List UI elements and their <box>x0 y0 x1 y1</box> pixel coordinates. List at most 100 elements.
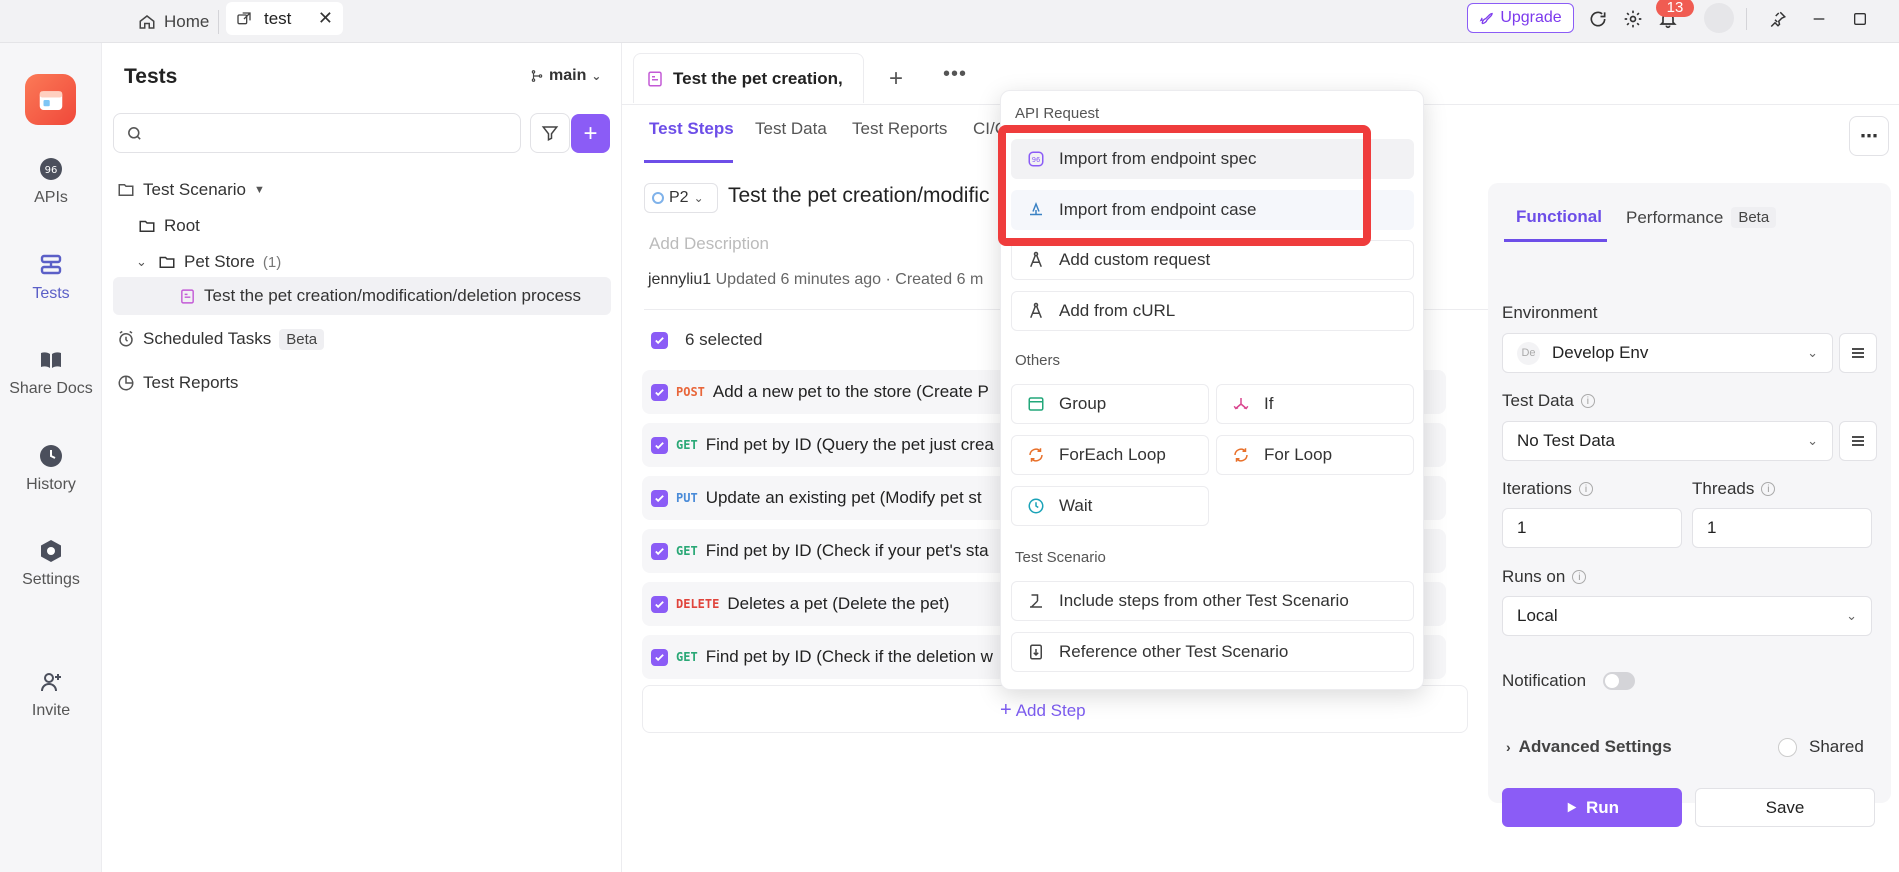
tab-test-steps[interactable]: Test Steps <box>649 119 734 139</box>
step-label: Deletes a pet (Delete the pet) <box>727 594 950 613</box>
shared-label: Shared <box>1809 737 1864 756</box>
advanced-settings-toggle[interactable]: › Advanced Settings <box>1506 737 1672 757</box>
run-button[interactable]: Run <box>1502 788 1682 827</box>
tab-test-data[interactable]: Test Data <box>755 119 827 139</box>
menu-item-import-case[interactable]: Import from endpoint case <box>1011 190 1414 230</box>
loop-icon <box>1029 448 1043 462</box>
iterations-input[interactable]: 1 <box>1502 508 1682 548</box>
menu-item-wait[interactable]: Wait <box>1011 486 1209 526</box>
beta-badge: Beta <box>1731 207 1777 228</box>
tree-label: Pet Store <box>184 252 255 271</box>
test-data-menu-button[interactable] <box>1839 421 1877 461</box>
checkbox[interactable] <box>1778 737 1797 757</box>
test-data-select[interactable]: No Test Data ⌄ <box>1502 421 1833 461</box>
runs-on-select[interactable]: Local ⌄ <box>1502 596 1872 636</box>
minimize-icon[interactable] <box>1807 7 1831 31</box>
http-method-badge: PUT <box>676 491 698 505</box>
threads-input[interactable]: 1 <box>1692 508 1872 548</box>
title-bar: Home test ✕ Upgrade 13 <box>0 0 1899 43</box>
info-icon[interactable]: i <box>1761 482 1776 496</box>
tree-item-root[interactable]: Root <box>138 211 200 241</box>
tree-item-scenario[interactable]: Test the pet creation/modification/delet… <box>113 277 611 315</box>
avatar[interactable] <box>1704 3 1734 33</box>
info-icon[interactable]: i <box>1572 570 1587 584</box>
tree-label: Root <box>164 216 200 235</box>
checkbox[interactable] <box>651 436 668 454</box>
checkbox[interactable] <box>651 648 668 666</box>
rail-item-history[interactable]: History <box>0 444 102 494</box>
menu-item-group[interactable]: Group <box>1011 384 1209 424</box>
tree-item-scheduled-tasks[interactable]: Scheduled Tasks Beta <box>117 324 325 354</box>
notification-toggle[interactable] <box>1603 672 1635 690</box>
checkbox[interactable] <box>651 542 668 560</box>
shared-checkbox[interactable]: Shared <box>1778 737 1864 757</box>
rail-item-tests[interactable]: Tests <box>0 253 102 303</box>
iterations-value: 1 <box>1517 518 1527 537</box>
priority-label: P2 <box>669 189 689 206</box>
menu-item-import-spec[interactable]: 96 Import from endpoint spec <box>1011 139 1414 179</box>
tab-test[interactable]: test ✕ <box>226 2 343 35</box>
save-button[interactable]: Save <box>1695 788 1875 827</box>
svg-text:96: 96 <box>45 165 58 176</box>
pin-icon[interactable] <box>1766 7 1790 31</box>
checkbox[interactable] <box>651 331 668 349</box>
tab-test-label: test <box>264 8 292 28</box>
close-icon[interactable]: ✕ <box>318 8 333 29</box>
add-button[interactable]: + <box>571 114 610 153</box>
menu-item-if[interactable]: If <box>1216 384 1414 424</box>
menu-item-for-loop[interactable]: For Loop <box>1216 435 1414 475</box>
tree-item-test-reports[interactable]: Test Reports <box>117 368 238 398</box>
rail-item-apis[interactable]: 96 APIs <box>0 157 102 207</box>
search-input[interactable] <box>113 113 521 153</box>
scenario-icon <box>118 184 134 196</box>
menu-item-foreach-loop[interactable]: ForEach Loop <box>1011 435 1209 475</box>
refresh-icon[interactable] <box>1586 7 1610 31</box>
scenario-meta: jennyliu1 Updated 6 minutes ago · Create… <box>648 271 983 289</box>
tree-item-test-scenario[interactable]: Test Scenario ▼ <box>117 175 265 205</box>
menu-item-add-custom[interactable]: Add custom request <box>1011 240 1414 280</box>
new-tab-button[interactable]: + <box>889 65 903 93</box>
environment-menu-button[interactable] <box>1839 333 1877 373</box>
http-method-badge: POST <box>676 385 705 399</box>
checkbox[interactable] <box>651 383 668 401</box>
tab-test-reports[interactable]: Test Reports <box>852 119 947 139</box>
menu-item-reference[interactable]: Reference other Test Scenario <box>1011 632 1414 672</box>
document-tab[interactable]: Test the pet creation, <box>633 53 864 103</box>
tab-home[interactable]: Home <box>130 6 217 37</box>
add-step-button[interactable]: + Add Step <box>1000 699 1086 722</box>
more-options-button[interactable]: ⋯ <box>1849 116 1889 156</box>
run-config-panel: Functional Performance Beta Environment … <box>1488 183 1891 827</box>
tab-performance[interactable]: Performance Beta <box>1626 207 1777 228</box>
tree-item-pet-store[interactable]: ⌄ Pet Store (1) <box>136 247 281 277</box>
rail-item-settings[interactable]: Settings <box>0 539 102 589</box>
menu-item-include-steps[interactable]: Include steps from other Test Scenario <box>1011 581 1414 621</box>
info-icon[interactable]: i <box>1580 394 1595 408</box>
info-icon[interactable]: i <box>1578 482 1593 496</box>
checkbox[interactable] <box>651 595 668 613</box>
branch-selector[interactable]: main ⌄ <box>530 67 601 85</box>
gear-icon[interactable] <box>1621 7 1645 31</box>
menu-item-add-curl[interactable]: Add from cURL <box>1011 291 1414 331</box>
folder-icon <box>159 256 175 268</box>
scenario-title[interactable]: Test the pet creation/modific <box>728 184 989 208</box>
toolbar-divider <box>1746 8 1747 30</box>
upgrade-button[interactable]: Upgrade <box>1467 3 1574 33</box>
select-all-row[interactable]: 6 selected <box>651 330 763 350</box>
plus-icon: + <box>583 119 598 147</box>
priority-select[interactable]: P2 ⌄ <box>644 183 718 213</box>
tab-functional[interactable]: Functional <box>1516 207 1602 227</box>
rail-item-share-docs[interactable]: Share Docs <box>0 348 102 398</box>
description-input[interactable]: Add Description <box>649 234 769 254</box>
maximize-icon[interactable] <box>1848 7 1872 31</box>
more-tabs-button[interactable]: ••• <box>943 63 967 86</box>
menu-item-label: If <box>1264 394 1274 413</box>
environment-select[interactable]: De Develop Env ⌄ <box>1502 333 1833 373</box>
group-icon <box>1028 397 1044 411</box>
rail-item-invite[interactable]: Invite <box>0 670 102 720</box>
rocket-icon <box>1479 12 1494 24</box>
filter-button[interactable] <box>530 113 570 153</box>
environment-label: Environment <box>1502 303 1598 322</box>
rail-label-invite: Invite <box>31 702 71 719</box>
author: jennyliu1 <box>648 271 712 288</box>
checkbox[interactable] <box>651 489 668 507</box>
